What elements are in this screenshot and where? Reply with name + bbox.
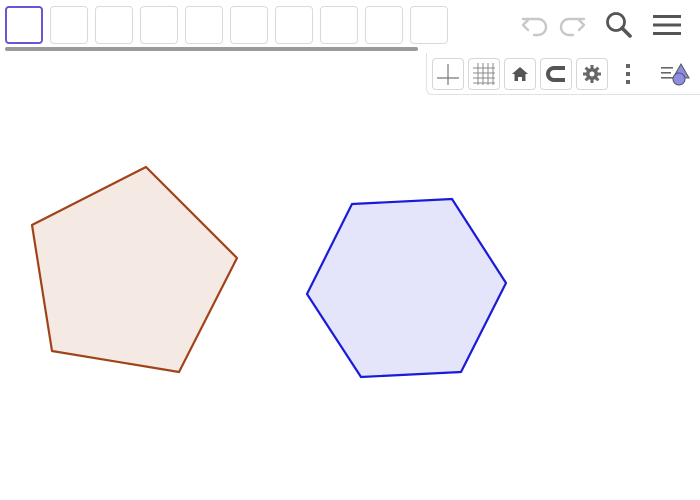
menu-icon[interactable] xyxy=(650,8,684,42)
snap-magnet-icon[interactable] xyxy=(540,58,572,90)
graphics-style-bar xyxy=(426,53,700,95)
tool-slot-7[interactable] xyxy=(275,6,313,44)
undo-icon[interactable] xyxy=(518,8,552,42)
tool-slot-3[interactable] xyxy=(95,6,133,44)
geometry-drawing xyxy=(30,165,508,379)
tool-slot-1[interactable] xyxy=(5,6,43,44)
graphics-canvas[interactable] xyxy=(0,96,700,500)
tool-slot-9[interactable] xyxy=(365,6,403,44)
tool-slot-4[interactable] xyxy=(140,6,178,44)
tool-slot-10[interactable] xyxy=(410,6,448,44)
tool-slot-8[interactable] xyxy=(320,6,358,44)
search-icon[interactable] xyxy=(602,8,636,42)
hexagon-shape[interactable] xyxy=(305,197,508,379)
pentagon-shape[interactable] xyxy=(30,165,239,374)
grid-icon[interactable] xyxy=(468,58,500,90)
tool-slot-2[interactable] xyxy=(50,6,88,44)
redo-icon[interactable] xyxy=(555,8,589,42)
tool-slot-5[interactable] xyxy=(185,6,223,44)
axes-icon[interactable] xyxy=(432,58,464,90)
tool-toolbar xyxy=(0,0,700,52)
settings-gear-icon[interactable] xyxy=(576,58,608,90)
tool-slot-6[interactable] xyxy=(230,6,268,44)
home-icon[interactable] xyxy=(504,58,536,90)
algebra-view-toggle-icon[interactable] xyxy=(659,58,691,90)
toolbar-scrollbar[interactable] xyxy=(5,47,418,51)
more-vertical-icon[interactable] xyxy=(612,58,644,90)
